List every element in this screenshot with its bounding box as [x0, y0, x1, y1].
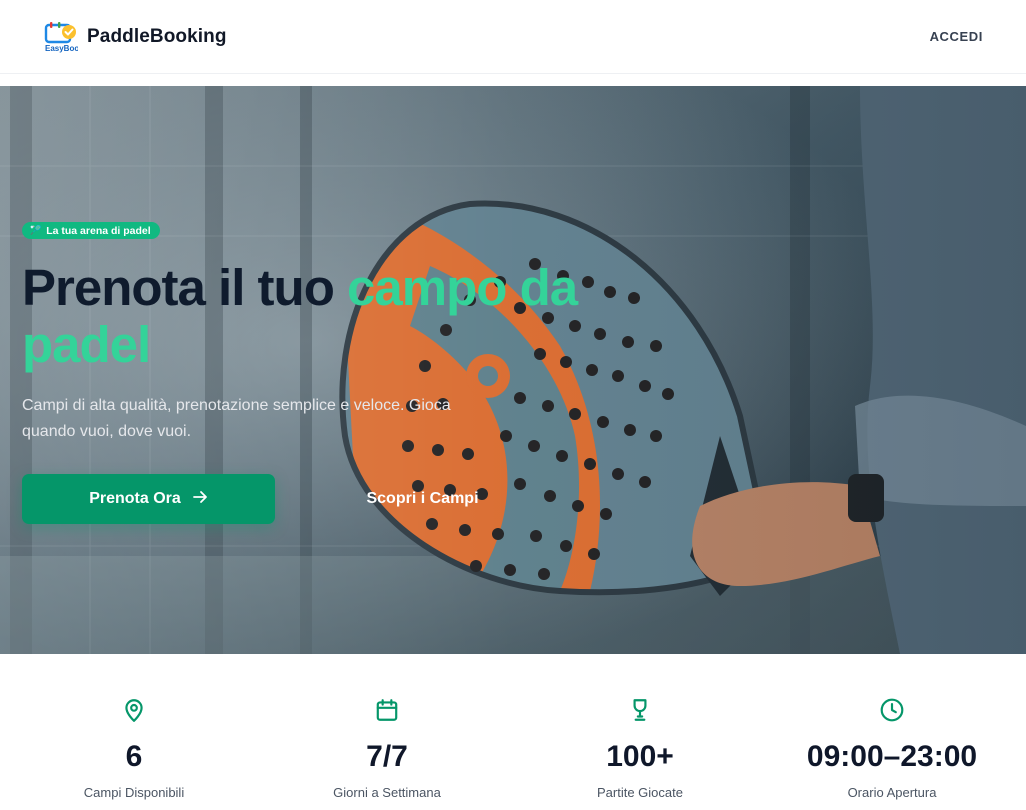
brand[interactable]: EasyBook PaddleBooking	[44, 21, 227, 53]
hero-subtitle: Campi di alta qualità, prenotazione semp…	[22, 397, 451, 440]
stat-label: Orario Apertura	[847, 785, 937, 800]
stat-value: 7/7	[366, 740, 408, 773]
clock-icon	[879, 697, 905, 723]
calendar-icon	[374, 697, 400, 723]
hero-buttons: Prenota Ora Scopri i Campi	[22, 474, 525, 524]
navbar: EasyBook PaddleBooking ACCEDI	[0, 0, 1026, 74]
map-pin-icon	[121, 697, 147, 723]
hero-title: Prenota il tuo campo da padel	[22, 259, 582, 373]
book-now-label: Prenota Ora	[89, 490, 181, 507]
hero-section: 🏸 La tua arena di padel Prenota il tuo c…	[0, 86, 1026, 654]
stat-label: Partite Giocate	[597, 785, 683, 800]
hero-tag: 🏸 La tua arena di padel	[22, 222, 160, 239]
discover-courts-button[interactable]: Scopri i Campi	[320, 474, 525, 524]
stat-label: Campi Disponibili	[83, 785, 185, 800]
stat-label: Giorni a Settimana	[333, 785, 441, 800]
book-now-button[interactable]: Prenota Ora	[22, 474, 275, 524]
hero-tag-label: La tua arena di padel	[46, 224, 151, 237]
stat-value: 09:00–23:00	[806, 740, 978, 773]
trophy-icon	[627, 697, 653, 723]
hero-content: 🏸 La tua arena di padel Prenota il tuo c…	[22, 220, 582, 445]
login-link[interactable]: ACCEDI	[930, 29, 983, 44]
hero-title-main: Prenota il tuo	[22, 259, 348, 316]
stat-value: 6	[125, 740, 143, 773]
easybook-logo-icon: EasyBook	[44, 21, 84, 53]
stats-section: 6 Campi Disponibili 7/7 Giorni a Settima…	[0, 654, 1026, 810]
arrow-right-icon	[192, 490, 208, 509]
stat-value: 100+	[606, 740, 674, 773]
padel-icon: 🏸	[30, 225, 42, 235]
logo-text: EasyBook	[45, 44, 78, 53]
brand-name: PaddleBooking	[87, 25, 227, 47]
